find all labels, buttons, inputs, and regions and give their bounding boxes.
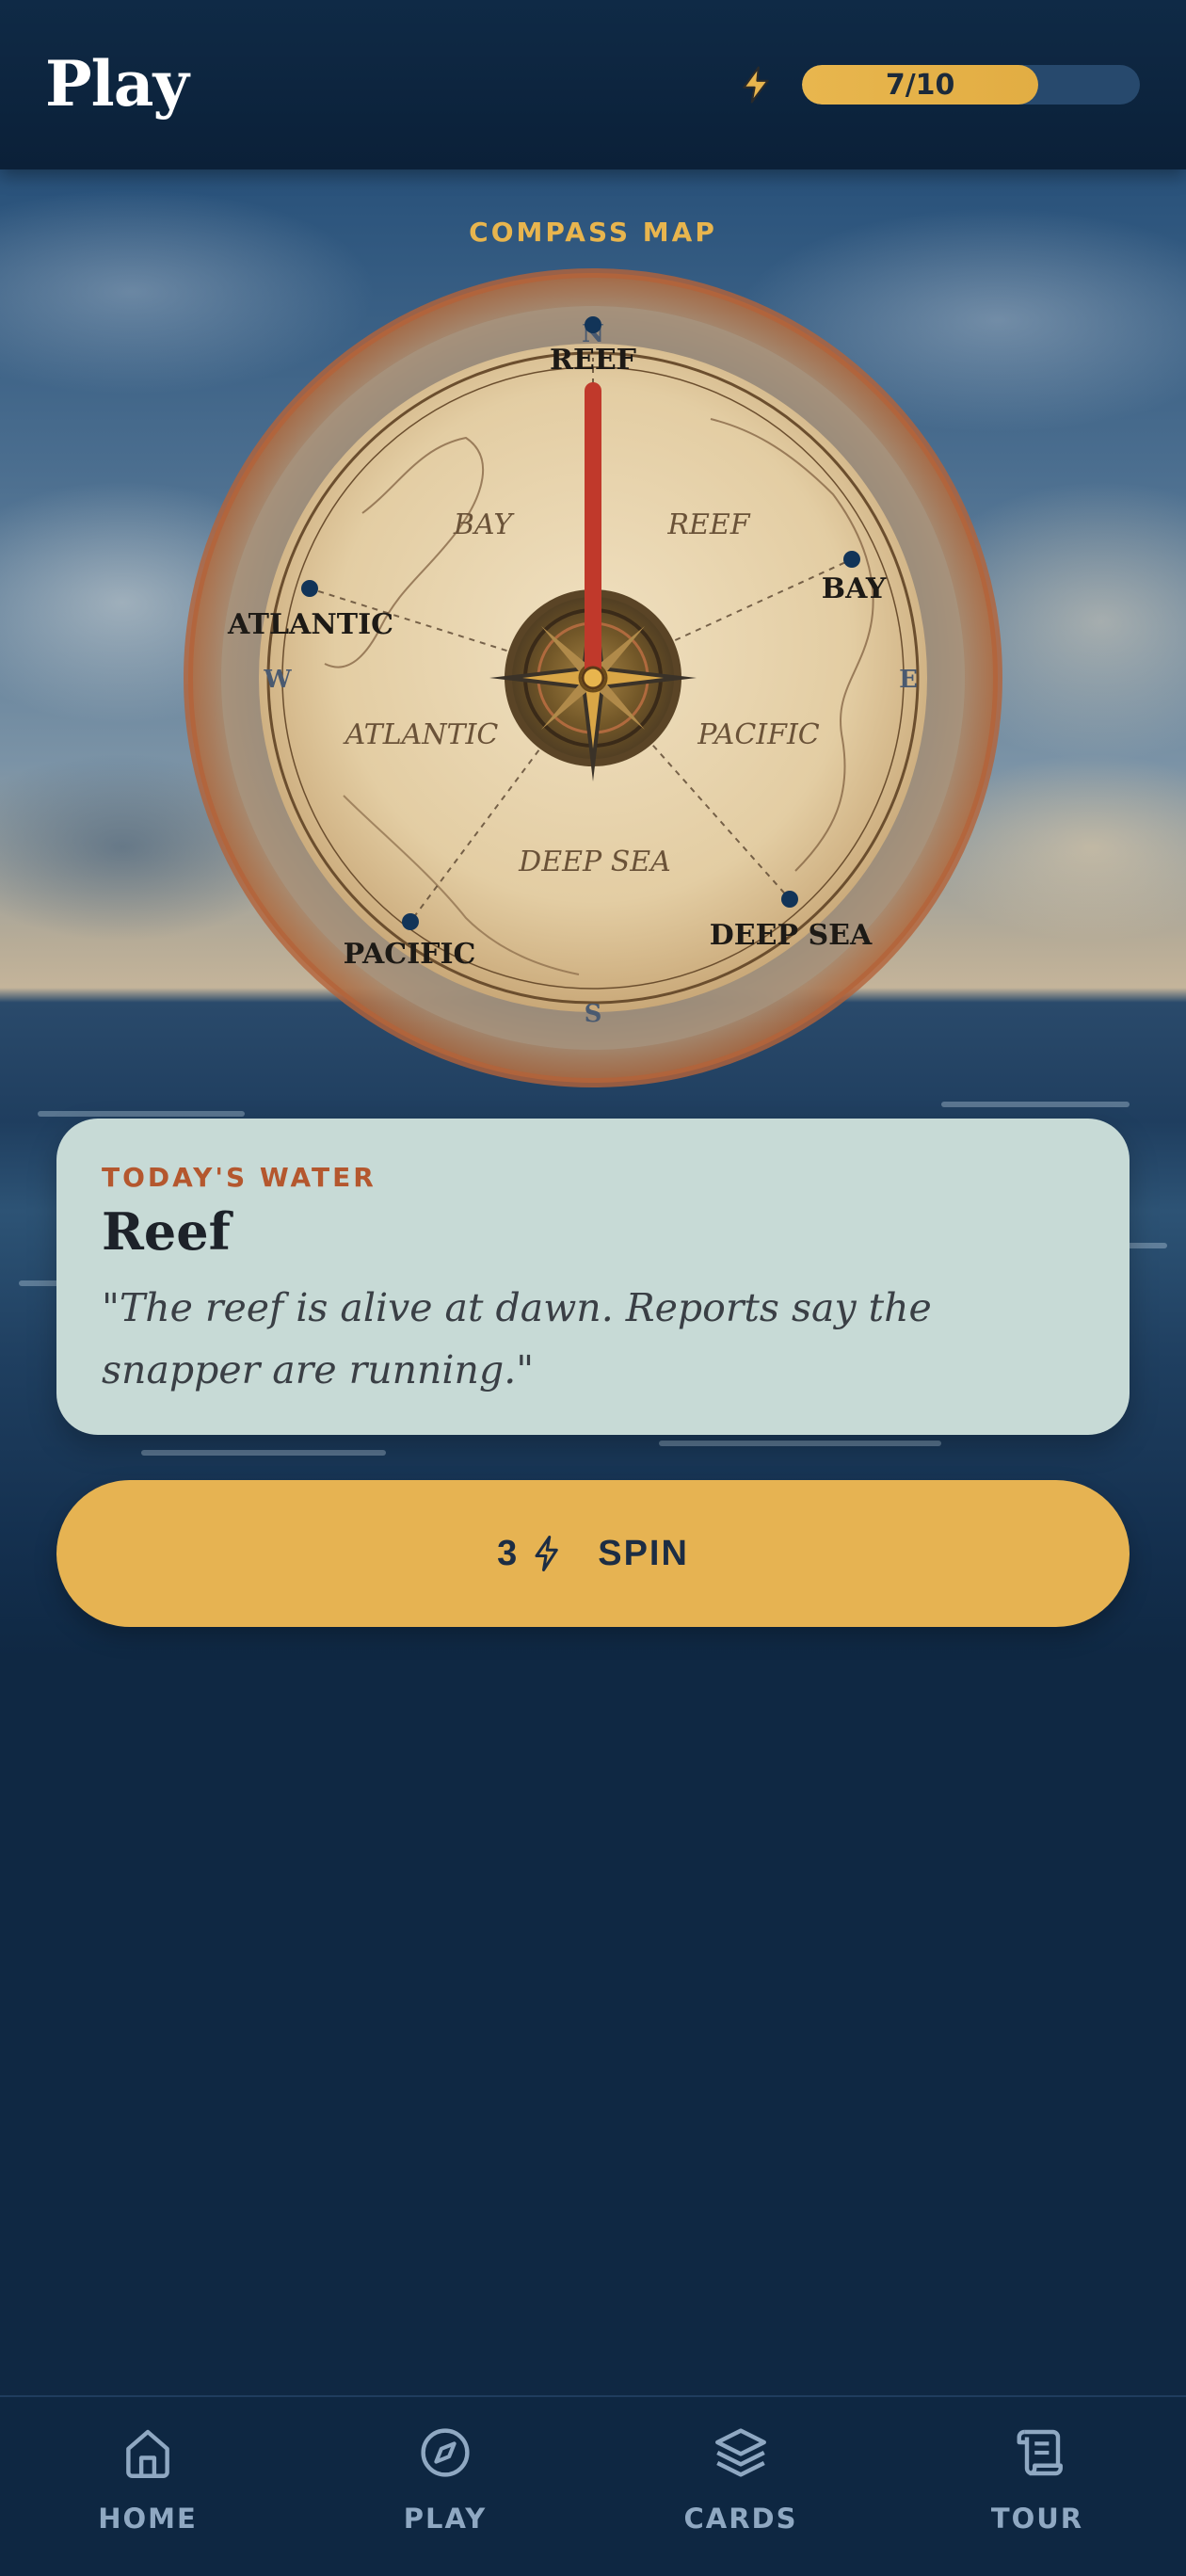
map-label-atlantic: ATLANTIC	[343, 718, 499, 751]
compass-map-label: COMPASS MAP	[469, 217, 717, 248]
nav-label-tour: TOUR	[990, 2503, 1084, 2535]
compass-map[interactable]: BAY REEF ATLANTIC PACIFIC DEEP SEA N E S…	[184, 268, 1002, 1087]
cardinal-e: E	[899, 666, 918, 694]
sector-dot-bay	[843, 551, 860, 568]
spin-label: SPIN	[598, 1533, 689, 1573]
lightning-icon	[743, 66, 769, 104]
sector-label-reef: REEF	[550, 344, 636, 377]
lightning-icon	[535, 1536, 558, 1571]
bottom-nav: HOME PLAY CARDS TOUR	[0, 2395, 1186, 2576]
sector-label-deep-sea: DEEP SEA	[710, 919, 873, 952]
spin-cost: 3	[497, 1533, 520, 1573]
map-label-reef: REEF	[666, 508, 750, 541]
sector-dot-atlantic	[301, 580, 318, 597]
sector-dot-deep-sea	[781, 891, 798, 908]
nav-item-cards[interactable]: CARDS	[647, 2422, 835, 2563]
cardinal-w: W	[263, 666, 292, 694]
cardinal-s: S	[585, 1000, 602, 1028]
map-label-bay: BAY	[453, 508, 515, 541]
nav-label-play: PLAY	[403, 2503, 488, 2535]
map-label-deep-sea: DEEP SEA	[518, 845, 671, 878]
todays-water-name: Reef	[102, 1201, 231, 1262]
todays-water-eyebrow: TODAY'S WATER	[102, 1162, 377, 1193]
scroll-icon	[1017, 2429, 1063, 2476]
map-label-pacific: PACIFIC	[697, 718, 820, 751]
nav-item-tour[interactable]: TOUR	[943, 2422, 1131, 2563]
energy-meter: 7/10	[802, 65, 1140, 105]
compass-map-graphic: BAY REEF ATLANTIC PACIFIC DEEP SEA N E S…	[184, 268, 1002, 1087]
nav-label-cards: CARDS	[683, 2503, 798, 2535]
sector-label-atlantic: ATLANTIC	[227, 608, 393, 641]
nav-item-play[interactable]: PLAY	[351, 2422, 539, 2563]
app-header: Play 7/10	[0, 0, 1186, 169]
page-title: Play	[45, 47, 189, 121]
sector-label-pacific: PACIFIC	[344, 938, 476, 971]
compass-icon	[421, 2428, 470, 2477]
nav-item-home[interactable]: HOME	[54, 2422, 242, 2563]
home-icon	[126, 2429, 169, 2478]
todays-water-quote: "The reef is alive at dawn. Reports say …	[102, 1285, 932, 1393]
sector-label-bay: BAY	[822, 572, 887, 605]
spin-button[interactable]: 3 SPIN	[56, 1480, 1130, 1627]
sector-dot-pacific	[402, 913, 419, 930]
sector-dot-reef	[585, 316, 601, 333]
todays-water-card: TODAY'S WATER Reef "The reef is alive at…	[56, 1119, 1130, 1435]
energy-meter-value: 7/10	[885, 68, 955, 102]
nav-label-home: HOME	[98, 2503, 198, 2535]
layers-icon	[715, 2428, 766, 2477]
